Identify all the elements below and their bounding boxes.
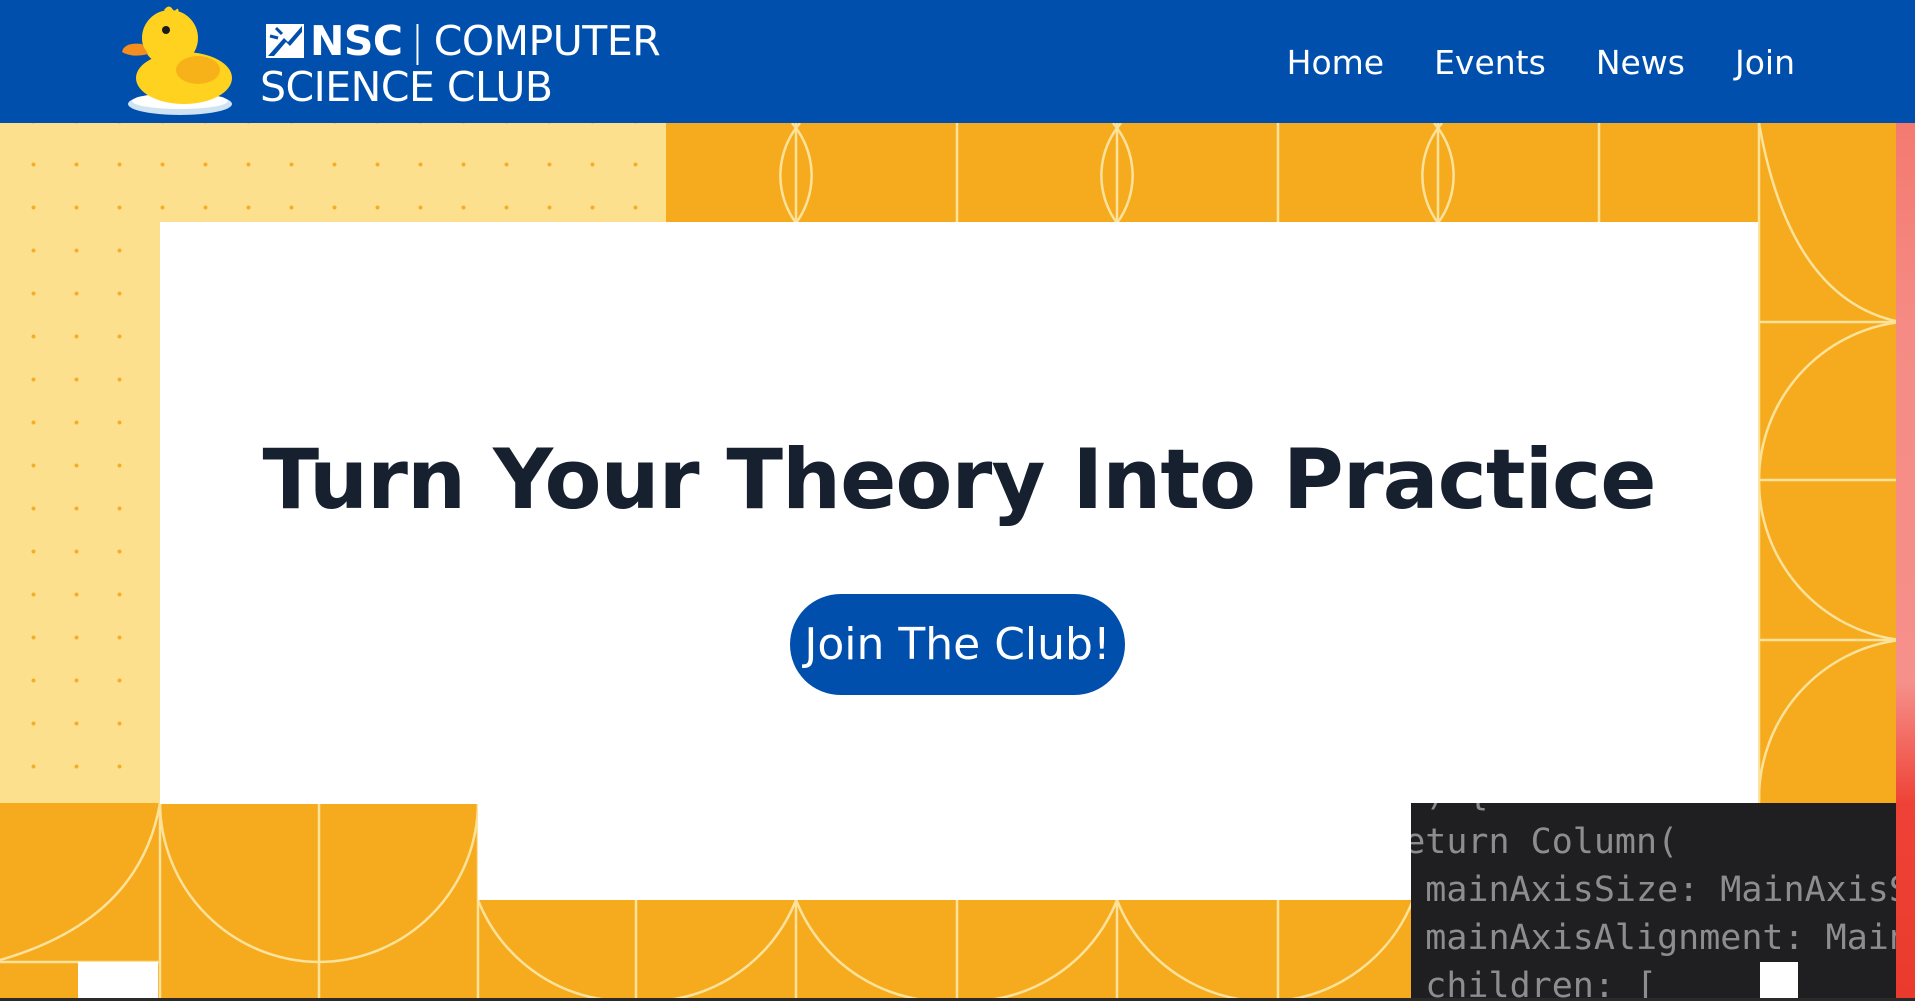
join-club-button[interactable]: Join The Club! — [790, 594, 1125, 695]
nsc-emblem-icon — [266, 24, 304, 58]
hero-title: Turn Your Theory Into Practice — [262, 431, 1656, 528]
scrollbar[interactable] — [1896, 123, 1915, 1001]
club-logo-link[interactable]: NSC | COMPUTER SCIENCE CLUB — [118, 0, 678, 123]
code-line: children: [ — [1425, 966, 1658, 1001]
logo-separator: | — [410, 17, 424, 65]
code-line: mainAxisSize: MainAxisSize.min, — [1425, 870, 1896, 910]
rubber-duck-icon — [122, 6, 232, 115]
hero-card-extension — [478, 803, 1413, 900]
site-header: NSC | COMPUTER SCIENCE CLUB Home Events Ne… — [0, 0, 1915, 123]
nav-home[interactable]: Home — [1287, 38, 1384, 88]
logo-title: NSC | COMPUTER — [310, 16, 661, 66]
code-line: ) { — [1411, 803, 1488, 814]
code-line: return Column( — [1411, 822, 1679, 862]
logo-computer: COMPUTER — [433, 17, 661, 65]
decorative-square — [78, 962, 158, 1001]
decorative-square — [1760, 962, 1798, 1001]
code-snippet: ) { return Column( mainAxisSize: MainAxi… — [1411, 803, 1896, 1001]
nav-events[interactable]: Events — [1434, 38, 1546, 88]
main-nav: Home Events News Join — [1287, 38, 1795, 88]
logo-subtitle: SCIENCE CLUB — [260, 63, 553, 111]
nav-join[interactable]: Join — [1735, 38, 1795, 88]
nav-news[interactable]: News — [1596, 38, 1685, 88]
code-line: mainAxisAlignment: MainAxisAlignment.cen… — [1425, 918, 1896, 958]
logo-nsc: NSC — [310, 17, 403, 65]
